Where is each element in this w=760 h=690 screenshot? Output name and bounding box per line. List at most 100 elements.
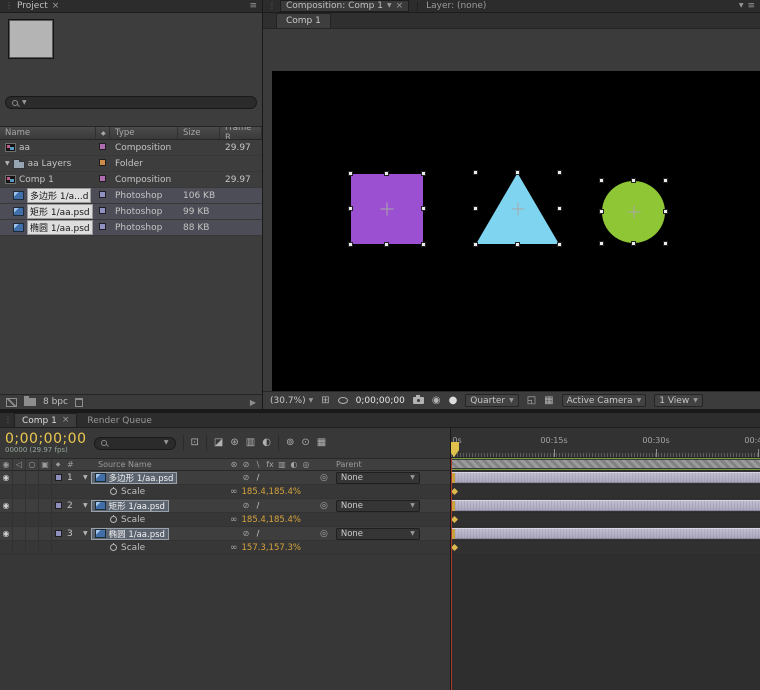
work-area-strip[interactable]: [451, 458, 760, 471]
parent-dropdown[interactable]: None ▼: [336, 472, 420, 484]
circle-layer[interactable]: [602, 181, 665, 243]
constrain-proportions-icon[interactable]: ∞: [230, 515, 238, 525]
panel-menu-icon[interactable]: ≡: [249, 1, 257, 11]
timeline-layer-row[interactable]: ◉ 1 ▼ 多边形 1/aa.psd ⊘ /: [0, 471, 450, 485]
label-color-column-icon[interactable]: ◆: [96, 127, 110, 139]
property-name[interactable]: Scale: [121, 515, 145, 525]
selection-handle[interactable]: [348, 206, 353, 211]
comp-viewport[interactable]: [272, 71, 760, 391]
layer-duration-bar[interactable]: [451, 472, 760, 483]
collapse-switch[interactable]: ⊘: [240, 473, 252, 482]
selection-handle[interactable]: [663, 241, 668, 246]
parent-dropdown[interactable]: None ▼: [336, 500, 420, 512]
project-row-selected[interactable]: 矩形 1/aa.psd Photoshop 99 KB: [0, 204, 262, 220]
panel-grip-icon[interactable]: ⋮: [268, 2, 276, 10]
solo-toggle[interactable]: [26, 499, 39, 512]
transparency-grid-icon[interactable]: ▦: [544, 396, 553, 406]
layer-name[interactable]: 矩形 1/aa.psd: [91, 500, 169, 512]
selection-handle[interactable]: [473, 170, 478, 175]
current-timecode[interactable]: 0;00;00;00: [5, 432, 87, 446]
eye-column-icon[interactable]: ◉: [0, 459, 13, 470]
layer-name[interactable]: 多边形 1/aa.psd: [91, 472, 178, 484]
constrain-proportions-icon[interactable]: ∞: [230, 543, 238, 553]
frame-blend-switch-icon[interactable]: ▥: [276, 460, 288, 469]
selection-handle[interactable]: [348, 242, 353, 247]
column-size[interactable]: Size: [178, 127, 220, 139]
draft-3d-icon[interactable]: ◪: [214, 438, 223, 448]
timeline-layer-row[interactable]: ◉ 2 ▼ 矩形 1/aa.psd ⊘ /: [0, 499, 450, 513]
collapse-switch[interactable]: ⊘: [240, 529, 252, 538]
chevron-down-icon[interactable]: ▼: [22, 100, 27, 106]
selection-handle[interactable]: [421, 206, 426, 211]
brainstorm-icon[interactable]: ⊚: [286, 438, 294, 448]
selection-handle[interactable]: [557, 206, 562, 211]
property-track-row[interactable]: [451, 513, 760, 527]
selection-handle[interactable]: [515, 242, 520, 247]
project-search-input[interactable]: ▼: [5, 96, 257, 109]
close-icon[interactable]: ×: [62, 416, 70, 425]
selection-handle[interactable]: [631, 241, 636, 246]
item-name[interactable]: 矩形 1/aa.psd: [27, 204, 93, 219]
selection-handle[interactable]: [557, 170, 562, 175]
scale-value[interactable]: 185.4,185.4%: [242, 487, 301, 497]
audio-column-icon[interactable]: ◁: [13, 459, 26, 470]
twirl-open-icon[interactable]: ▼: [83, 503, 88, 509]
motion-blur-icon[interactable]: ◐: [262, 438, 271, 448]
show-channels-icon[interactable]: ●: [449, 396, 458, 406]
selection-handle[interactable]: [557, 242, 562, 247]
scale-property-row[interactable]: Scale ∞157.3,157.3%: [0, 541, 450, 555]
stopwatch-icon[interactable]: [110, 488, 117, 495]
grid-options-icon[interactable]: ⊞: [321, 396, 329, 406]
new-folder-icon[interactable]: [24, 398, 36, 406]
solo-toggle[interactable]: [26, 471, 39, 484]
eye-icon[interactable]: ◉: [3, 501, 10, 510]
hide-shy-layers-icon[interactable]: ⊛: [230, 438, 238, 448]
quality-switch-icon[interactable]: \: [252, 460, 264, 469]
comp-mini-flowchart-icon[interactable]: ⊡: [191, 438, 199, 448]
motion-blur-switch-icon[interactable]: ◐: [288, 460, 300, 469]
project-row-selected[interactable]: 多边形 1/a...d Photoshop 106 KB: [0, 188, 262, 204]
selection-handle[interactable]: [599, 209, 604, 214]
lock-toggle[interactable]: [39, 499, 52, 512]
column-frame-rate[interactable]: Frame R...: [220, 127, 262, 139]
selection-handle[interactable]: [421, 171, 426, 176]
label-color-chip[interactable]: [99, 191, 106, 198]
constrain-proportions-icon[interactable]: ∞: [230, 487, 238, 497]
property-name[interactable]: Scale: [121, 543, 145, 553]
work-area-bar[interactable]: [451, 460, 760, 468]
project-row-selected[interactable]: 椭圆 1/aa.psd Photoshop 88 KB: [0, 220, 262, 236]
render-queue-tab[interactable]: Render Queue: [79, 413, 159, 427]
keyframe-marker[interactable]: [451, 544, 458, 551]
zoom-dropdown[interactable]: (30.7%) ▼: [270, 396, 313, 406]
selection-handle[interactable]: [515, 170, 520, 175]
label-color-chip[interactable]: [55, 474, 62, 481]
adjustment-switch-icon[interactable]: ◎: [300, 460, 312, 469]
selection-handle[interactable]: [421, 242, 426, 247]
eye-icon[interactable]: ◉: [3, 473, 10, 482]
close-icon[interactable]: ×: [52, 2, 60, 11]
selection-handle[interactable]: [473, 242, 478, 247]
quality-switch[interactable]: /: [252, 529, 264, 538]
auto-keyframe-icon[interactable]: ⊙: [301, 438, 309, 448]
lock-column-icon[interactable]: ▣: [39, 459, 52, 470]
audio-toggle[interactable]: [13, 499, 26, 512]
close-icon[interactable]: ×: [396, 2, 404, 11]
chevron-down-icon[interactable]: ▼: [387, 3, 392, 9]
label-color-chip[interactable]: [99, 143, 106, 150]
property-track-row[interactable]: [451, 541, 760, 555]
frame-blending-icon[interactable]: ▥: [246, 438, 255, 448]
item-name[interactable]: 椭圆 1/aa.psd: [27, 220, 93, 235]
bit-depth-button[interactable]: 8 bpc: [43, 397, 68, 407]
selection-handle[interactable]: [599, 241, 604, 246]
current-time-display[interactable]: 0;00;00;00: [356, 396, 405, 406]
layer-track-row[interactable]: [451, 527, 760, 541]
number-column[interactable]: #: [64, 460, 80, 469]
keyframe-marker[interactable]: [451, 488, 458, 495]
lock-toggle[interactable]: [39, 527, 52, 540]
anchor-point-icon[interactable]: [381, 203, 394, 216]
resolution-dropdown[interactable]: Quarter ▼: [465, 394, 518, 407]
snapshot-camera-icon[interactable]: [413, 397, 424, 404]
collapse-switch-icon[interactable]: ⊘: [240, 460, 252, 469]
pickwhip-icon[interactable]: ◎: [320, 501, 328, 511]
column-type[interactable]: Type: [110, 127, 178, 139]
